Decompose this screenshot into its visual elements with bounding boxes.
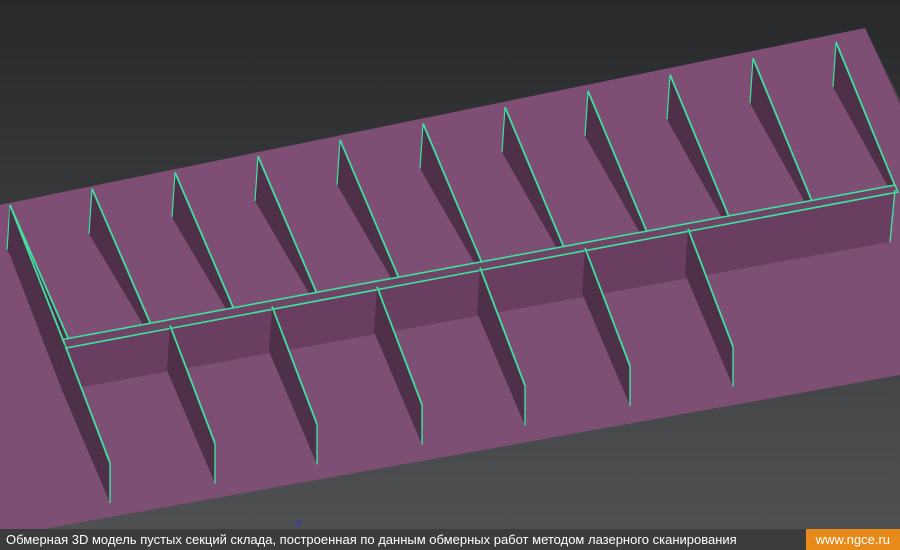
site-badge[interactable]: www.ngce.ru: [805, 529, 900, 550]
3d-viewport[interactable]: z: [0, 0, 900, 550]
warehouse-model: [0, 0, 900, 550]
caption-bar: Обмерная 3D модель пустых секций склада,…: [0, 529, 900, 550]
axis-indicator: z: [296, 519, 301, 529]
caption-text: Обмерная 3D модель пустых секций склада,…: [6, 532, 737, 547]
